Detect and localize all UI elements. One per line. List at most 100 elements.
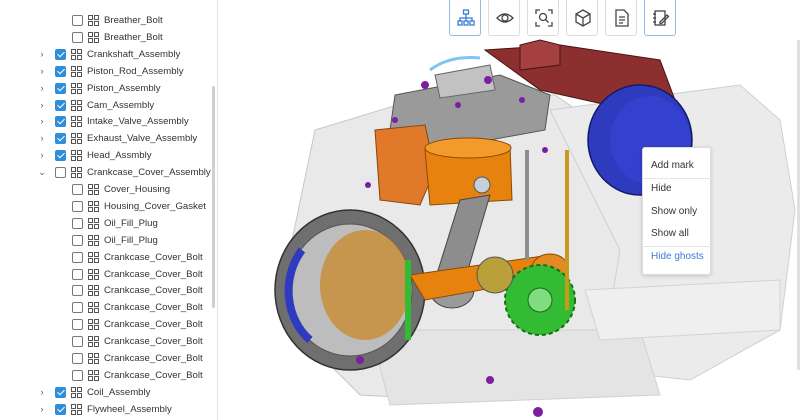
visibility-checkbox[interactable] <box>72 31 83 43</box>
tree-item[interactable]: › Crankshaft_Assembly <box>0 46 217 63</box>
assembly-node-icon <box>71 99 82 111</box>
3d-viewport[interactable] <box>220 0 800 420</box>
visibility-checkbox[interactable] <box>55 167 66 179</box>
chevron-right-icon[interactable]: › <box>38 404 46 413</box>
menu-item-hide-ghosts[interactable]: Hide ghosts <box>651 251 704 263</box>
tree-item[interactable]: Oil_Fill_Plug <box>0 232 217 249</box>
visibility-checkbox[interactable] <box>72 336 83 348</box>
visibility-checkbox[interactable] <box>72 184 83 195</box>
tree-item[interactable]: › Piston_Assembly <box>0 80 217 97</box>
tree-item[interactable]: Breather_Bolt <box>0 29 217 46</box>
tree-item-label: Crankcase_Cover_Bolt <box>104 285 203 297</box>
assembly-node-icon <box>71 150 82 162</box>
visibility-checkbox[interactable] <box>72 200 83 212</box>
visibility-checkbox[interactable] <box>55 65 66 77</box>
menu-separator <box>643 246 712 247</box>
chevron-right-icon[interactable]: › <box>38 151 46 160</box>
menu-item-add-mark[interactable]: Add mark <box>651 160 694 172</box>
chevron-down-icon[interactable]: ⌄ <box>38 168 46 177</box>
chevron-right-icon[interactable]: › <box>38 134 46 143</box>
tree-item-label: Crankcase_Cover_Bolt <box>104 251 203 263</box>
assembly-node-icon <box>71 65 82 77</box>
chevron-right-icon[interactable]: › <box>38 100 46 109</box>
tree-item[interactable]: Crankcase_Cover_Bolt <box>0 367 217 384</box>
menu-item-hide[interactable]: Hide <box>651 183 672 195</box>
tree-item[interactable]: ⌄ Crankcase_Cover_Assembly <box>0 164 217 181</box>
tree-item[interactable]: Breather_Bolt <box>0 12 217 29</box>
tree-item-label: Piston_Rod_Assembly <box>87 65 184 77</box>
coil-flywheel <box>274 209 426 371</box>
assembly-node-icon <box>71 403 82 415</box>
visibility-checkbox[interactable] <box>72 15 83 26</box>
visibility-checkbox[interactable] <box>72 268 83 280</box>
visibility-checkbox[interactable] <box>55 403 66 415</box>
chevron-right-icon[interactable]: › <box>38 66 46 75</box>
tree-item-label: Coil_Assembly <box>87 386 151 398</box>
tree-item-label: Crankshaft_Assembly <box>87 48 181 60</box>
tree-item-label: Oil_Fill_Plug <box>104 234 158 246</box>
context-menu: Add mark Hide Show only Show all Hide gh… <box>642 147 712 275</box>
tree-item-label: Crankcase_Cover_Bolt <box>104 336 203 348</box>
tree-item[interactable]: Crankcase_Cover_Bolt <box>0 333 217 350</box>
assembly-node-icon <box>71 133 82 145</box>
visibility-checkbox[interactable] <box>72 353 83 364</box>
visibility-checkbox[interactable] <box>72 285 83 297</box>
visibility-checkbox[interactable] <box>55 99 66 111</box>
tree-item[interactable]: Crankcase_Cover_Bolt <box>0 282 217 299</box>
visibility-checkbox[interactable] <box>72 369 83 381</box>
assembly-tree-panel: Breather_Bolt Breather_Bolt › Crankshaft_As… <box>0 0 218 420</box>
tree-item[interactable]: Crankcase_Cover_Bolt <box>0 249 217 266</box>
assembly-node-icon <box>88 285 99 297</box>
visibility-checkbox[interactable] <box>55 150 66 162</box>
tree-item[interactable]: › Intake_Valve_Assembly <box>0 113 217 130</box>
tree-item[interactable]: Housing_Cover_Gasket <box>0 198 217 215</box>
tree-item[interactable]: › Cam_Assembly <box>0 97 217 114</box>
menu-separator <box>643 178 712 179</box>
tree-item-label: Head_Assmbly <box>87 150 152 162</box>
visibility-checkbox[interactable] <box>72 302 83 314</box>
assembly-node-icon <box>71 386 82 398</box>
menu-item-show-only[interactable]: Show only <box>651 206 697 218</box>
tree-item-label: Crankcase_Cover_Bolt <box>104 268 203 280</box>
chevron-right-icon[interactable]: › <box>38 83 46 92</box>
tree-item-label: Piston_Assembly <box>87 82 161 94</box>
tree-item[interactable]: › Piston_Rod_Assembly <box>0 63 217 80</box>
assembly-node-icon <box>88 15 99 26</box>
tree-item[interactable]: Crankcase_Cover_Bolt <box>0 299 217 316</box>
visibility-checkbox[interactable] <box>72 251 83 263</box>
assembly-node-icon <box>88 234 99 246</box>
visibility-checkbox[interactable] <box>55 82 66 94</box>
tree-item[interactable]: › Head_Assmbly <box>0 147 217 164</box>
tree-item-label: Intake_Valve_Assembly <box>87 116 189 128</box>
visibility-checkbox[interactable] <box>55 116 66 128</box>
assembly-node-icon <box>71 116 82 128</box>
visibility-checkbox[interactable] <box>55 48 66 60</box>
visibility-checkbox[interactable] <box>72 234 83 246</box>
chevron-right-icon[interactable]: › <box>38 49 46 58</box>
assembly-node-icon <box>88 217 99 229</box>
visibility-checkbox[interactable] <box>72 217 83 229</box>
tree-item[interactable]: Crankcase_Cover_Bolt <box>0 266 217 283</box>
chevron-right-icon[interactable]: › <box>38 387 46 396</box>
tree-item-label: Crankcase_Cover_Bolt <box>104 319 203 331</box>
tree-item-label: Breather_Bolt <box>104 31 163 43</box>
tree-item[interactable]: Oil_Fill_Plug <box>0 215 217 232</box>
visibility-checkbox[interactable] <box>55 133 66 145</box>
menu-item-show-all[interactable]: Show all <box>651 228 689 240</box>
tree-item[interactable]: Crankcase_Cover_Bolt <box>0 316 217 333</box>
tree-item[interactable]: › Exhaust_Valve_Assembly <box>0 130 217 147</box>
tree-item[interactable]: › Coil_Assembly <box>0 384 217 401</box>
tree-item[interactable]: Crankcase_Cover_Bolt <box>0 350 217 367</box>
assembly-node-icon <box>88 184 99 195</box>
visibility-checkbox[interactable] <box>72 319 83 331</box>
tree-item-label: Breather_Bolt <box>104 15 163 26</box>
tree-item[interactable]: › Flywheel_Assembly <box>0 401 217 418</box>
assembly-node-icon <box>88 200 99 212</box>
tree-scrollbar[interactable] <box>212 86 215 308</box>
tree-item[interactable]: Cover_Housing <box>0 181 217 198</box>
visibility-checkbox[interactable] <box>55 386 66 398</box>
chevron-right-icon[interactable]: › <box>38 117 46 126</box>
tree-item-label: Housing_Cover_Gasket <box>104 200 206 212</box>
tree-item-label: Crankcase_Cover_Bolt <box>104 353 203 364</box>
tree-item-label: Cover_Housing <box>104 184 171 195</box>
